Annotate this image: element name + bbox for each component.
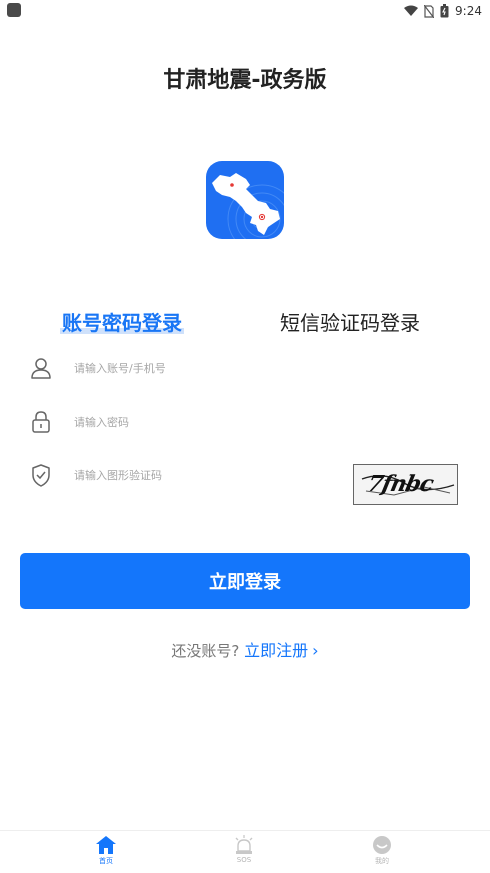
register-link[interactable]: 立即注册 xyxy=(244,641,308,660)
nav-item-home-label: 首页 xyxy=(99,857,113,865)
tab-sms-code[interactable]: 短信验证码登录 xyxy=(280,306,420,340)
login-tabs: 账号密码登录 短信验证码登录 xyxy=(0,306,490,342)
status-icons: 9:24 xyxy=(404,2,482,20)
app-notification-icon xyxy=(7,3,21,17)
gansu-map-icon xyxy=(212,173,284,239)
status-bar: 9:24 xyxy=(0,0,490,22)
nav-item-sos-label: SOS xyxy=(236,856,252,864)
password-row xyxy=(28,403,462,443)
app-logo xyxy=(206,161,284,239)
wifi-icon xyxy=(404,5,419,16)
nav-item-mine[interactable]: 我的 xyxy=(352,833,412,873)
captcha-text: 7fnbc xyxy=(365,471,436,497)
bottom-nav: 首页 SOS 我的 xyxy=(0,830,490,873)
tab-account-password-label: 账号密码登录 xyxy=(62,311,182,335)
lock-icon xyxy=(32,411,50,433)
tab-sms-code-label: 短信验证码登录 xyxy=(280,311,420,335)
tab-account-password[interactable]: 账号密码登录 xyxy=(60,306,184,340)
captcha-input[interactable] xyxy=(74,460,334,490)
password-input[interactable] xyxy=(74,407,334,437)
page-title: 甘肃地震-政务版 xyxy=(163,68,327,93)
account-row xyxy=(28,349,462,389)
chevron-right-icon: › xyxy=(312,641,319,660)
battery-icon xyxy=(440,4,449,18)
register-prompt: 还没账号? 立即注册 › xyxy=(0,637,490,661)
alarm-icon xyxy=(235,835,253,854)
nav-item-mine-label: 我的 xyxy=(375,857,389,865)
nav-item-sos[interactable]: SOS xyxy=(214,833,274,873)
nav-item-home[interactable]: 首页 xyxy=(76,833,136,873)
no-sim-icon xyxy=(424,4,435,18)
home-icon xyxy=(96,836,116,854)
status-time: 9:24 xyxy=(455,4,482,18)
user-icon xyxy=(31,358,51,379)
captcha-image[interactable]: 7fnbc xyxy=(353,464,458,505)
account-input[interactable] xyxy=(74,353,334,383)
smile-icon xyxy=(373,836,391,854)
login-button[interactable]: 立即登录 xyxy=(20,553,470,609)
register-question: 还没账号? xyxy=(171,642,240,660)
shield-check-icon xyxy=(32,464,50,487)
